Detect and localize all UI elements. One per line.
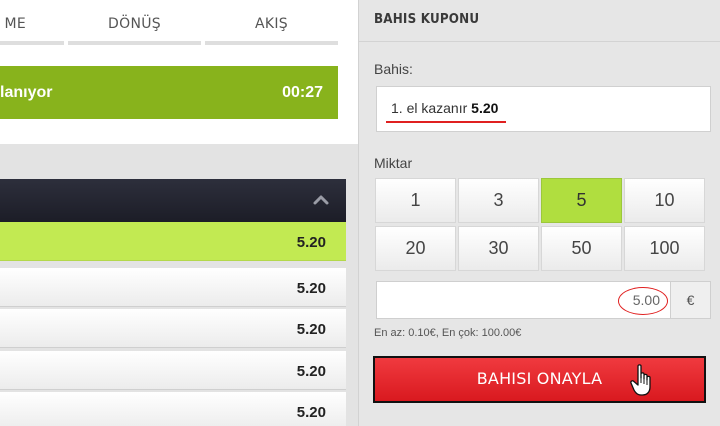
confirm-bet-button[interactable]: BAHISI ONAYLA <box>373 356 706 403</box>
amount-button-30[interactable]: 30 <box>458 226 539 271</box>
odds-row[interactable]: 5.20 <box>0 351 346 390</box>
currency-label: € <box>671 281 711 319</box>
amount-button-5[interactable]: 5 <box>541 178 622 223</box>
status-text: lanıyor <box>0 84 53 101</box>
odds-row[interactable]: 5.20 <box>0 309 346 348</box>
bet-selection-text: 1. el kazanır <box>391 100 472 116</box>
bet-label: Bahis: <box>374 61 413 77</box>
bet-selection-odd: 5.20 <box>471 100 499 116</box>
bet-slip-title: BAHIS KUPONU <box>374 12 480 27</box>
amount-button-10[interactable]: 10 <box>624 178 705 223</box>
divider <box>359 41 720 42</box>
amount-button-50[interactable]: 50 <box>541 226 622 271</box>
tab-akis[interactable]: AKIŞ <box>205 0 338 45</box>
highlight-underline <box>386 121 506 123</box>
tab-donus-label: DÖNÜŞ <box>108 16 161 32</box>
tab-underline <box>205 41 338 45</box>
odds-value: 5.20 <box>296 363 326 380</box>
tab-donus[interactable]: DÖNÜŞ <box>68 0 201 45</box>
bet-slip: BAHIS KUPONU Bahis: 1. el kazanır 5.20 M… <box>358 0 720 426</box>
tab-first[interactable]: ME <box>0 0 64 45</box>
tab-underline <box>68 41 201 45</box>
amount-button-3[interactable]: 3 <box>458 178 539 223</box>
odds-value: 5.20 <box>296 234 326 251</box>
stake-limits: En az: 0.10€, En çok: 100.00€ <box>374 327 522 339</box>
odds-row[interactable]: 5.20 <box>0 268 346 307</box>
hand-cursor-icon <box>630 364 651 396</box>
tab-first-label: ME <box>4 16 26 32</box>
tab-akis-label: AKIŞ <box>255 16 288 32</box>
amount-button-20[interactable]: 20 <box>375 226 456 271</box>
odds-list-header[interactable] <box>0 179 346 222</box>
amount-button-100[interactable]: 100 <box>624 226 705 271</box>
bet-selection: 1. el kazanır 5.20 <box>391 100 498 116</box>
match-status-bar: lanıyor 00:27 <box>0 66 338 119</box>
odds-row[interactable]: 5.20 <box>0 392 346 426</box>
status-timer: 00:27 <box>282 84 323 101</box>
tab-underline <box>0 41 64 45</box>
chevron-up-icon[interactable] <box>312 191 330 209</box>
amount-button-1[interactable]: 1 <box>375 178 456 223</box>
match-panel: ME DÖNÜŞ AKIŞ lanıyor 00:27 5.20 5.20 5.… <box>0 0 358 426</box>
stake-value: 5.00 <box>632 292 660 308</box>
odds-value: 5.20 <box>296 280 326 297</box>
amount-label: Miktar <box>374 155 413 171</box>
match-header-area: ME DÖNÜŞ AKIŞ lanıyor 00:27 <box>0 0 358 144</box>
odds-row[interactable]: 5.20 <box>0 222 346 261</box>
amount-buttons: 1 3 5 10 20 30 50 100 <box>375 178 710 273</box>
stake-input[interactable]: 5.00 <box>376 281 671 319</box>
odds-value: 5.20 <box>296 404 326 421</box>
odds-value: 5.20 <box>296 321 326 338</box>
bet-selection-box: 1. el kazanır 5.20 <box>376 86 711 132</box>
